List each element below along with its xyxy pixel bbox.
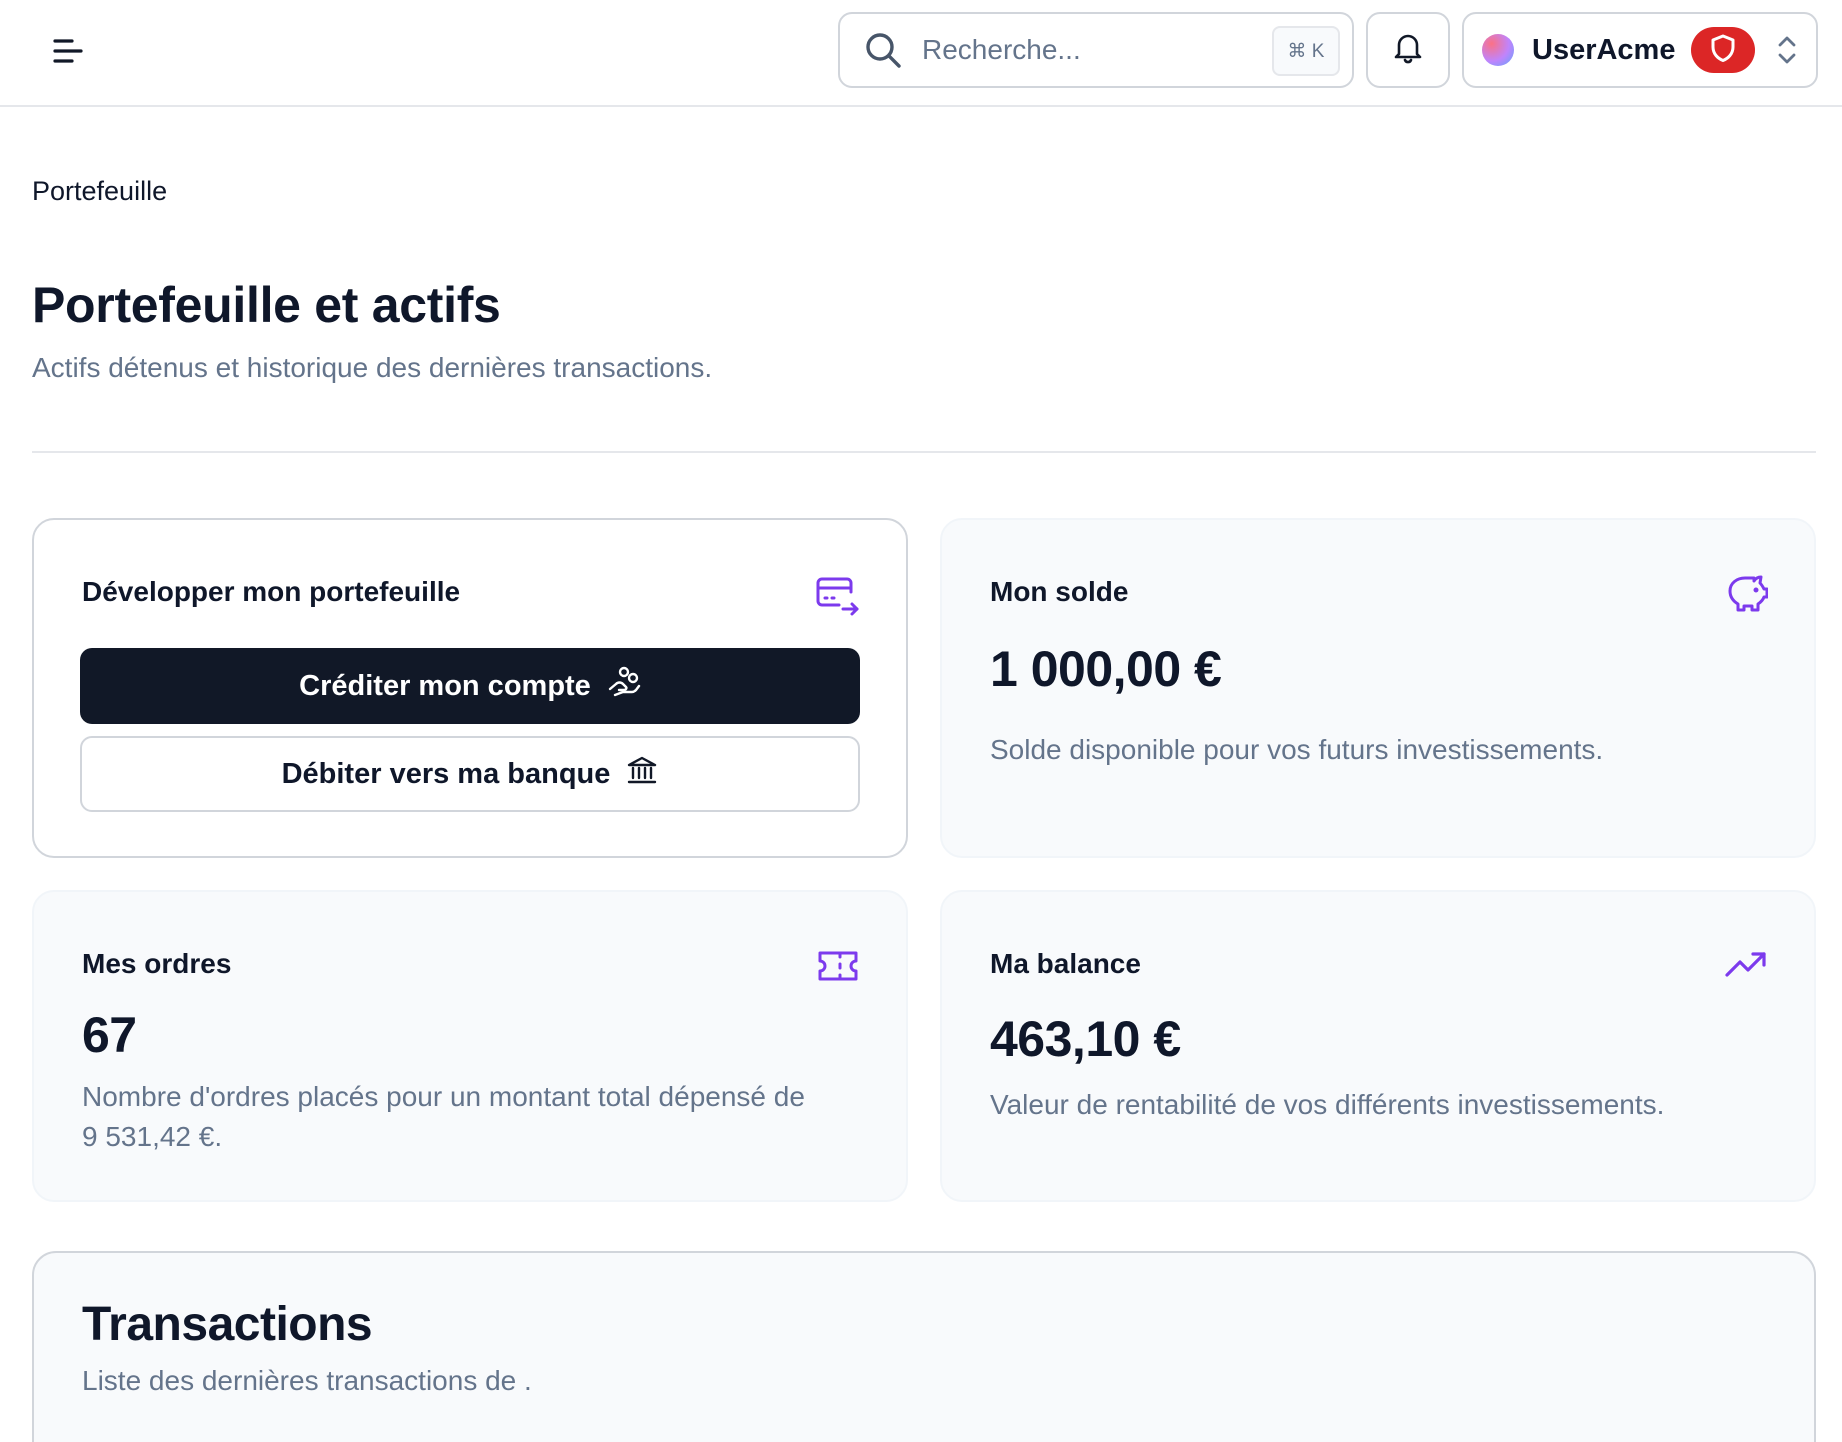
transactions-card: Transactions Liste des dernières transac… (32, 1251, 1816, 1442)
credit-label: Créditer mon compte (299, 669, 591, 702)
card-transfer-icon (814, 572, 862, 620)
notifications-button[interactable] (1366, 12, 1450, 88)
page-subtitle: Actifs détenus et historique des dernièr… (32, 352, 713, 383)
card-title: Ma balance (990, 948, 1141, 979)
chevrons-up-down-icon (1777, 34, 1797, 66)
card-title: Mes ordres (82, 948, 232, 979)
orders-description-line: Nombre d'ordres placés pour un montant t… (82, 1081, 805, 1112)
orders-description-line: 9 531,42 €. (82, 1121, 223, 1152)
page-title: Portefeuille et actifs (32, 277, 501, 333)
transactions-title: Transactions (82, 1298, 373, 1351)
ticket-icon (814, 942, 862, 990)
trending-up-icon (1722, 940, 1770, 988)
user-menu-button[interactable]: UserAcme (1462, 12, 1818, 88)
menu-icon (52, 37, 84, 70)
bell-icon (1393, 32, 1423, 69)
shortcut-hint: ⌘ K (1272, 26, 1340, 76)
divider (32, 451, 1816, 453)
orders-description: Nombre d'ordres placés pour un montant t… (82, 1077, 805, 1157)
profit-value: 463,10 € (990, 1011, 1181, 1067)
debit-label: Débiter vers ma banque (281, 757, 611, 790)
card-title: Mon solde (990, 576, 1129, 607)
profit-card: Ma balance 463,10 € Valeur de rentabilit… (940, 890, 1816, 1202)
search-box[interactable]: Recherche... ⌘ K (838, 12, 1354, 88)
hand-coins-icon (607, 665, 641, 707)
credit-account-button[interactable]: Créditer mon compte (80, 648, 860, 724)
balance-description: Solde disponible pour vos futurs investi… (990, 734, 1604, 765)
develop-portfolio-card: Développer mon portefeuille Créditer mon… (32, 518, 908, 858)
piggy-bank-icon (1722, 570, 1770, 618)
role-badge (1691, 27, 1756, 73)
balance-card: Mon solde 1 000,00 € Solde disponible po… (940, 518, 1816, 858)
avatar (1482, 34, 1514, 66)
user-name: UserAcme (1532, 33, 1676, 66)
shield-icon (1709, 33, 1737, 68)
transactions-subtitle: Liste des dernières transactions de . (82, 1365, 532, 1396)
menu-button[interactable] (42, 31, 94, 75)
profit-description: Valeur de rentabilité de vos différents … (990, 1089, 1665, 1120)
orders-card: Mes ordres 67 Nombre d'ordres placés pou… (32, 890, 908, 1202)
top-bar: Recherche... ⌘ K UserAcme (0, 0, 1842, 107)
balance-value: 1 000,00 € (990, 641, 1222, 697)
search-icon (864, 30, 904, 70)
breadcrumb[interactable]: Portefeuille (32, 176, 167, 207)
bank-icon (626, 754, 658, 794)
card-title: Développer mon portefeuille (82, 576, 461, 607)
debit-to-bank-button[interactable]: Débiter vers ma banque (80, 736, 860, 812)
orders-count: 67 (82, 1007, 137, 1063)
